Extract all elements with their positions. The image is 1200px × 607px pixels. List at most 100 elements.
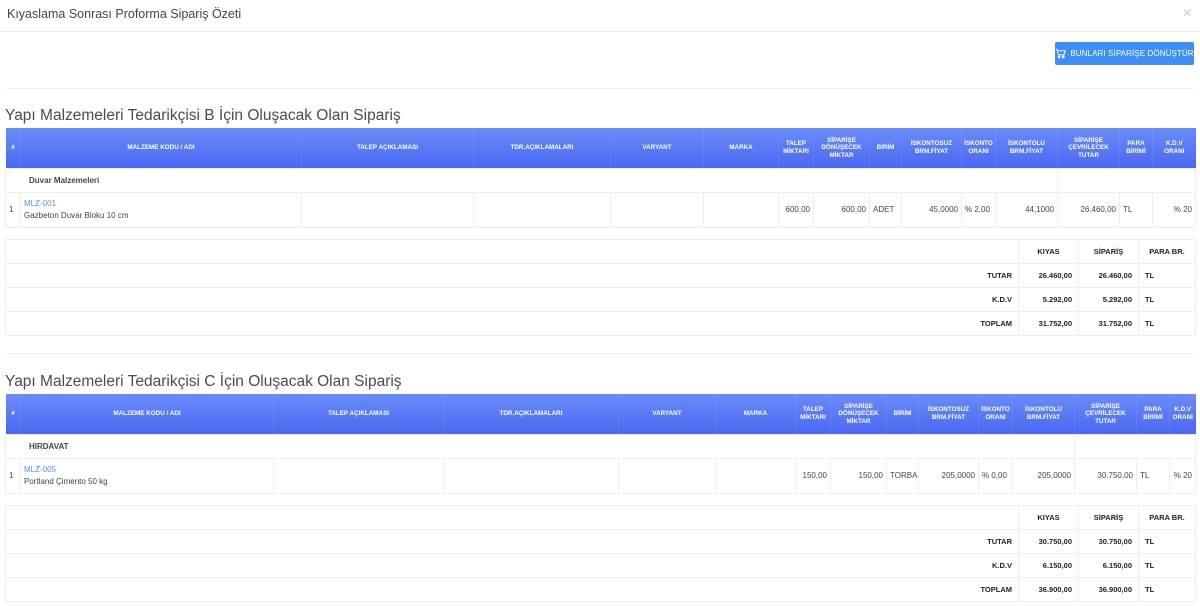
col-header-order-amount: SİPARİŞE ÇEVRİLECEK TUTAR <box>1074 394 1137 434</box>
col-header-variant: VARYANT <box>618 394 716 434</box>
group-label: Duvar Malzemeleri <box>5 167 1058 193</box>
close-icon[interactable]: × <box>1183 6 1192 22</box>
summary-header-kiyas: KIYAS <box>1018 239 1079 264</box>
order-amount: 30.750,00 <box>1074 457 1137 494</box>
col-header-brand: MARKA <box>703 128 779 168</box>
discounted-price: 44,1000 <box>995 191 1058 228</box>
col-header-currency: PARA BİRİMİ <box>1136 394 1170 434</box>
discount-rate: % 2,00 <box>961 191 996 228</box>
vat-rate: % 20 <box>1152 191 1196 228</box>
currency: TL <box>1119 191 1153 228</box>
summary-row-grand-total: TOPLAM 31.752,00 31.752,00 TL <box>5 311 1196 336</box>
convert-to-order-button[interactable]: BUNLARI SİPARİŞE DÖNÜŞTÜR <box>1055 42 1194 65</box>
summary-header-currency: PARA BR. <box>1138 239 1196 264</box>
table-row: 1 MLZ-001 Gazbeton Duvar Bloku 10 cm 600… <box>5 191 1196 228</box>
material-code-link[interactable]: MLZ-005 <box>24 465 270 474</box>
summary-header-siparis: SİPARİŞ <box>1078 239 1139 264</box>
discounted-price: 205,0000 <box>1012 457 1075 494</box>
col-header-discount-rate: İSKONTO ORANI <box>961 128 996 168</box>
summary-header-kiyas: KIYAS <box>1018 505 1079 530</box>
col-header-unit: BİRİM <box>886 394 919 434</box>
col-header-request-qty: TALEP MİKTARI <box>795 394 831 434</box>
price: 45,0000 <box>901 191 962 228</box>
col-header-tdr-desc: TDR.AÇIKLAMALARI <box>443 394 619 434</box>
brand <box>715 457 796 494</box>
col-header-discount-rate: İSKONTO ORANI <box>978 394 1013 434</box>
row-no: 1 <box>5 191 21 228</box>
order-amount: 26.460,00 <box>1057 191 1120 228</box>
group-label: HIRDAVAT <box>5 433 1075 459</box>
summary-row-grand-total: TOPLAM 36.900,00 36.900,00 TL <box>5 577 1196 602</box>
order-items-table-b: # MALZEME KODU / ADI TALEP AÇIKLAMASI TD… <box>5 128 1196 228</box>
discount-rate: % 0,00 <box>978 457 1013 494</box>
cart-icon <box>1056 48 1067 59</box>
currency: TL <box>1136 457 1170 494</box>
summary-header-siparis: SİPARİŞ <box>1078 505 1139 530</box>
material-code-link[interactable]: MLZ-001 <box>24 199 298 208</box>
material-cell: MLZ-001 Gazbeton Duvar Bloku 10 cm <box>20 191 302 228</box>
divider <box>6 88 1194 89</box>
summary-header-row: KIYAS SİPARİŞ PARA BR. <box>5 505 1196 530</box>
col-header-no: # <box>5 394 21 434</box>
order-summary-table-b: KIYAS SİPARİŞ PARA BR. TUTAR 26.460,00 2… <box>5 239 1196 336</box>
summary-header-row: KIYAS SİPARİŞ PARA BR. <box>5 239 1196 264</box>
row-no: 1 <box>5 457 21 494</box>
col-header-vat-rate: K.D.V ORANI <box>1169 394 1196 434</box>
summary-header-currency: PARA BR. <box>1138 505 1196 530</box>
vat-rate: % 20 <box>1169 457 1196 494</box>
request-qty: 600,00 <box>778 191 814 228</box>
unit: ADET <box>869 191 902 228</box>
col-header-material: MALZEME KODU / ADI <box>20 128 302 168</box>
col-header-order-qty: SİPARİŞE DÖNÜŞECEK MİKTAR <box>813 128 870 168</box>
col-header-unit: BİRİM <box>869 128 902 168</box>
col-header-tdr-desc: TDR.AÇIKLAMALARI <box>473 128 611 168</box>
col-header-price: İSKONTOSUZ BRM.FİYAT <box>901 128 962 168</box>
col-header-request-desc: TALEP AÇIKLAMASI <box>273 394 444 434</box>
order-title-c: Yapı Malzemeleri Tedarikçisi C İçin Oluş… <box>5 373 402 390</box>
order-qty: 600,00 <box>813 191 870 228</box>
col-header-order-amount: SİPARİŞE ÇEVRİLECEK TUTAR <box>1057 128 1120 168</box>
modal-header: Kıyaslama Sonrası Proforma Sipariş Özeti… <box>0 0 1200 32</box>
group-row: Duvar Malzemeleri <box>5 167 1196 193</box>
tdr-desc <box>443 457 619 494</box>
table-header-row: # MALZEME KODU / ADI TALEP AÇIKLAMASI TD… <box>5 128 1196 168</box>
col-header-no: # <box>5 128 21 168</box>
col-header-brand: MARKA <box>715 394 796 434</box>
col-header-discounted-price: İSKONTOLU BRM.FİYAT <box>995 128 1058 168</box>
unit: TORBA <box>886 457 919 494</box>
brand <box>703 191 779 228</box>
variant <box>610 191 704 228</box>
material-cell: MLZ-005 Portland Çimento 50 kg <box>20 457 274 494</box>
material-name: Portland Çimento 50 kg <box>24 477 108 486</box>
modal-title: Kıyaslama Sonrası Proforma Sipariş Özeti <box>7 7 242 21</box>
summary-row-vat: K.D.V 6.150,00 6.150,00 TL <box>5 553 1196 578</box>
col-header-request-qty: TALEP MİKTARI <box>778 128 814 168</box>
summary-row-total: TUTAR 30.750,00 30.750,00 TL <box>5 529 1196 554</box>
tdr-desc <box>473 191 611 228</box>
divider <box>6 353 1194 354</box>
convert-button-label: BUNLARI SİPARİŞE DÖNÜŞTÜR <box>1070 49 1194 58</box>
request-desc <box>273 457 444 494</box>
order-qty: 150,00 <box>830 457 887 494</box>
summary-row-vat: K.D.V 5.292,00 5.292,00 TL <box>5 287 1196 312</box>
col-header-discounted-price: İSKONTOLU BRM.FİYAT <box>1012 394 1075 434</box>
group-row: HIRDAVAT <box>5 433 1196 459</box>
summary-row-total: TUTAR 26.460,00 26.460,00 TL <box>5 263 1196 288</box>
col-header-material: MALZEME KODU / ADI <box>20 394 274 434</box>
col-header-request-desc: TALEP AÇIKLAMASI <box>301 128 474 168</box>
col-header-order-qty: SİPARİŞE DÖNÜŞECEK MİKTAR <box>830 394 887 434</box>
col-header-currency: PARA BİRİMİ <box>1119 128 1153 168</box>
col-header-vat-rate: K.D.V ORANI <box>1152 128 1196 168</box>
order-summary-table-c: KIYAS SİPARİŞ PARA BR. TUTAR 30.750,00 3… <box>5 505 1196 602</box>
col-header-price: İSKONTOSUZ BRM.FİYAT <box>918 394 979 434</box>
request-qty: 150,00 <box>795 457 831 494</box>
col-header-variant: VARYANT <box>610 128 704 168</box>
price: 205,0000 <box>918 457 979 494</box>
order-title-b: Yapı Malzemeleri Tedarikçisi B İçin Oluş… <box>5 107 401 124</box>
request-desc <box>301 191 474 228</box>
variant <box>618 457 716 494</box>
table-row: 1 MLZ-005 Portland Çimento 50 kg 150,00 … <box>5 457 1196 494</box>
table-header-row: # MALZEME KODU / ADI TALEP AÇIKLAMASI TD… <box>5 394 1196 434</box>
order-items-table-c: # MALZEME KODU / ADI TALEP AÇIKLAMASI TD… <box>5 394 1196 494</box>
material-name: Gazbeton Duvar Bloku 10 cm <box>24 211 129 220</box>
